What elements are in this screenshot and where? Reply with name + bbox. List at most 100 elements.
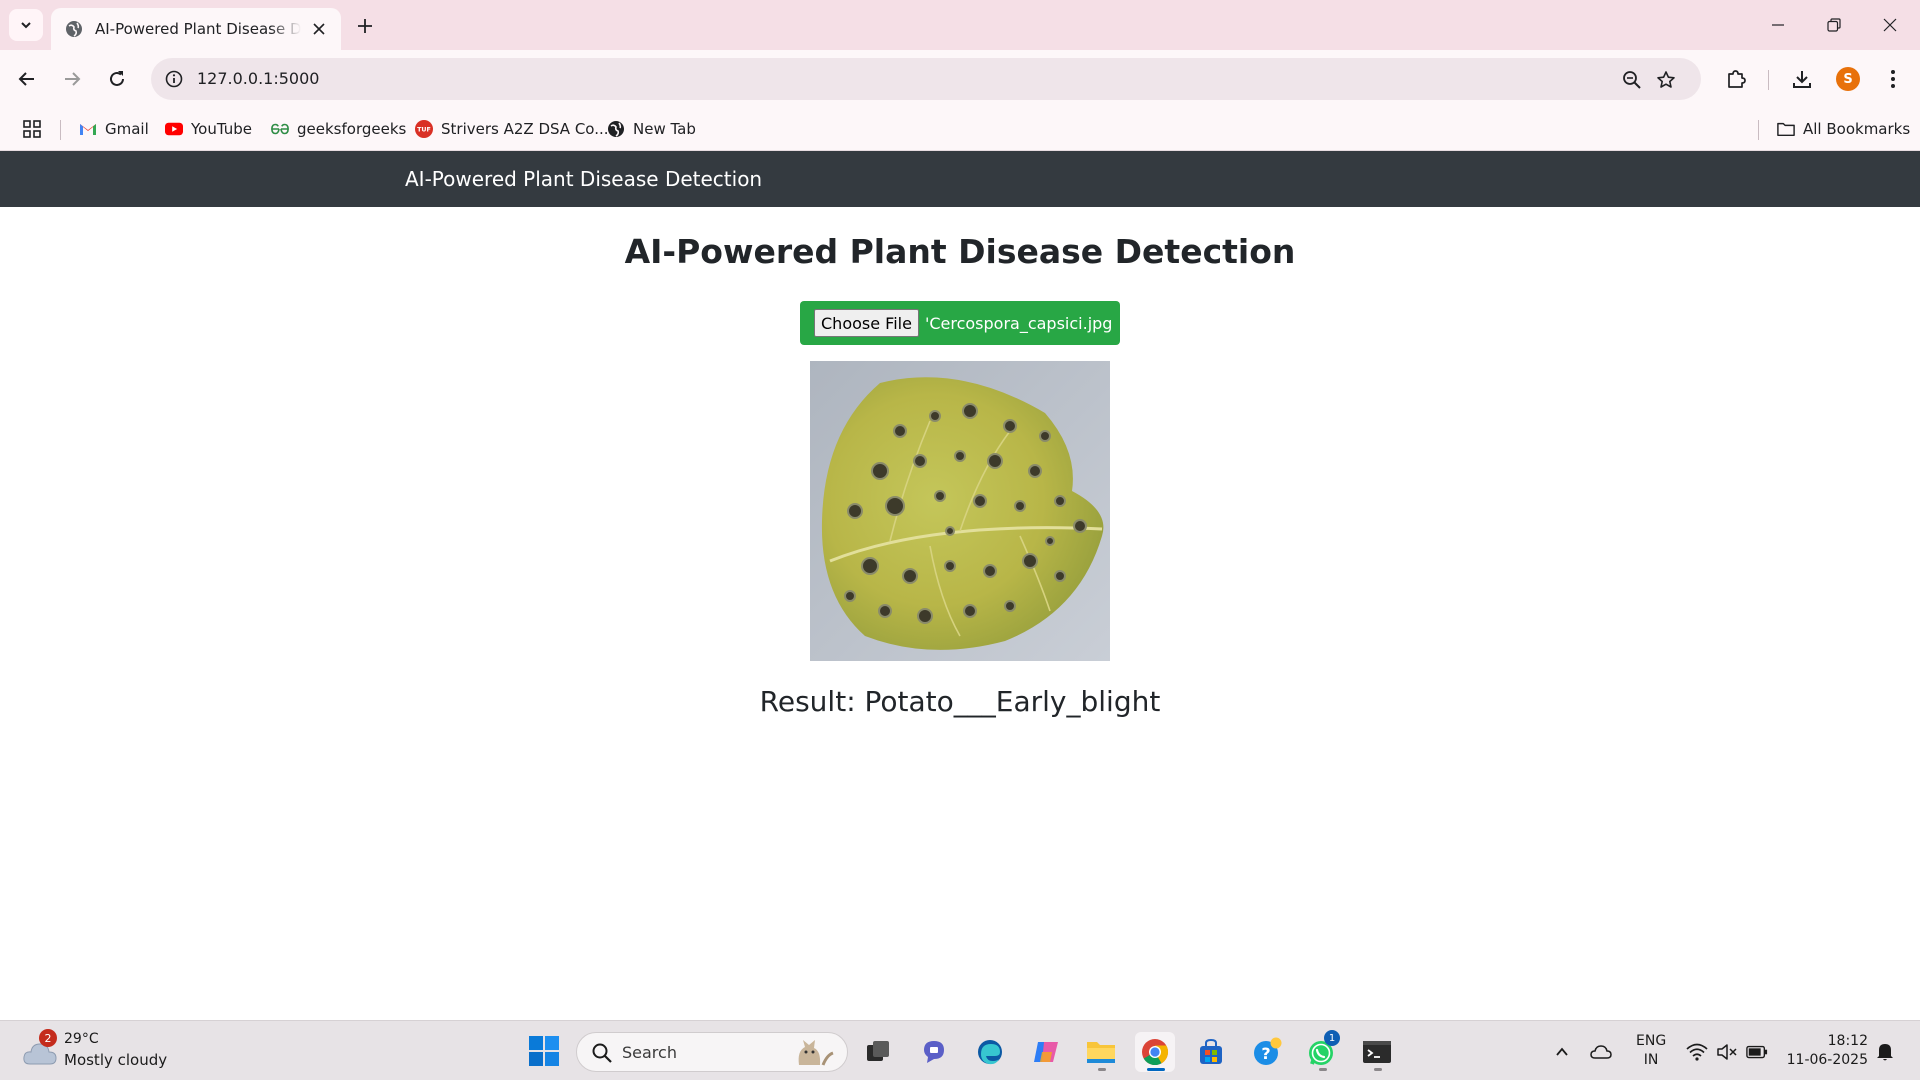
chrome-icon (1142, 1039, 1169, 1066)
bookmarks-bar: Gmail YouTube geeksforgeeks TUF Strivers… (0, 108, 1920, 151)
bookmark-star-button[interactable] (1654, 68, 1678, 92)
store-icon (1200, 1038, 1222, 1064)
bookmark-label: Gmail (105, 120, 149, 138)
running-indicator (1147, 1068, 1165, 1071)
restore-icon (1827, 18, 1841, 32)
globe-icon (607, 120, 625, 138)
extensions-button[interactable] (1721, 64, 1751, 94)
bookmark-new-tab[interactable]: New Tab (607, 116, 696, 142)
back-button[interactable] (12, 64, 42, 94)
reload-button[interactable] (102, 64, 132, 94)
profile-avatar[interactable]: S (1836, 67, 1860, 91)
weather-alert-badge: 2 (39, 1029, 57, 1047)
network-button[interactable] (1686, 1041, 1708, 1063)
tuf-icon: TUF (415, 120, 433, 138)
teams-chat-button[interactable] (914, 1032, 954, 1072)
bookmark-label: Strivers A2Z DSA Co... (441, 120, 609, 138)
taskbar: 2 29°C Mostly cloudy Search ? 1 ENG IN 1… (0, 1020, 1920, 1080)
battery-icon (1746, 1045, 1768, 1059)
terminal-button[interactable] (1357, 1032, 1397, 1072)
notifications-button[interactable] (1874, 1041, 1896, 1063)
bookmark-separator (1758, 120, 1759, 140)
page-title: AI-Powered Plant Disease Detection (624, 232, 1296, 271)
bookmark-geeksforgeeks[interactable]: geeksforgeeks (271, 116, 406, 142)
minimize-icon (1772, 24, 1784, 26)
taskbar-search[interactable]: Search (576, 1032, 848, 1072)
close-icon (313, 23, 325, 35)
clock-date: 11-06-2025 (1786, 1052, 1868, 1068)
star-icon (1657, 71, 1675, 88)
search-icon (592, 1043, 612, 1063)
navbar-brand[interactable]: AI-Powered Plant Disease Detection (405, 167, 762, 191)
plus-icon (358, 19, 372, 33)
search-label: Search (622, 1043, 677, 1062)
file-upload-input[interactable]: Choose File 'Cercospora_capsici.jpg (800, 301, 1120, 345)
windows-start-button[interactable] (528, 1035, 560, 1067)
all-bookmarks-button[interactable]: All Bookmarks (1777, 116, 1910, 142)
gmail-icon (79, 120, 97, 138)
bell-icon (1877, 1044, 1893, 1061)
site-navbar: AI-Powered Plant Disease Detection (0, 151, 1920, 207)
volume-button[interactable] (1716, 1041, 1738, 1063)
menu-button[interactable] (1878, 64, 1908, 94)
zoom-icon (1623, 71, 1641, 89)
browser-toolbar: 127.0.0.1:5000 (0, 50, 1920, 108)
copilot-button[interactable] (1026, 1032, 1066, 1072)
volume-muted-icon (1717, 1044, 1737, 1060)
language-indicator[interactable]: ENG IN (1636, 1032, 1666, 1070)
url-text[interactable]: 127.0.0.1:5000 (197, 69, 319, 88)
whatsapp-button[interactable]: 1 (1302, 1030, 1342, 1072)
bookmark-label: YouTube (191, 120, 252, 138)
folder-icon (1087, 1042, 1115, 1063)
tab-close-button[interactable] (309, 19, 329, 39)
forward-button[interactable] (57, 64, 87, 94)
whatsapp-badge: 1 (1324, 1030, 1340, 1046)
onedrive-button[interactable] (1590, 1041, 1612, 1063)
tab-search-button[interactable] (9, 9, 43, 41)
minimize-button[interactable] (1758, 8, 1798, 42)
chevron-down-icon (21, 22, 31, 29)
taskbar-clock[interactable]: 18:12 11-06-2025 (1784, 1032, 1868, 1070)
chevron-up-icon (1556, 1047, 1568, 1056)
info-icon (165, 70, 183, 88)
arrow-left-icon (18, 72, 34, 86)
uploaded-leaf-image (810, 361, 1110, 661)
choose-file-button[interactable]: Choose File (814, 309, 919, 337)
apps-button[interactable] (20, 117, 44, 141)
help-app-button[interactable]: ? (1247, 1032, 1287, 1072)
help-icon: ? (1254, 1037, 1282, 1065)
microsoft-store-button[interactable] (1191, 1032, 1231, 1072)
zoom-button[interactable] (1620, 68, 1644, 92)
region-code: IN (1643, 1052, 1659, 1068)
bookmark-gmail[interactable]: Gmail (79, 116, 149, 142)
close-window-button[interactable] (1870, 8, 1910, 42)
battery-button[interactable] (1746, 1041, 1768, 1063)
prediction-result: Result: Potato___Early_blight (759, 685, 1161, 718)
weather-description: Mostly cloudy (64, 1051, 168, 1069)
downloads-button[interactable] (1787, 64, 1817, 94)
bookmark-youtube[interactable]: YouTube (165, 116, 252, 142)
edge-browser-button[interactable] (970, 1032, 1010, 1072)
task-view-icon (867, 1041, 889, 1061)
tab-title: AI-Powered Plant Disease Detection (95, 20, 301, 38)
weather-temperature: 29°C (64, 1031, 99, 1047)
language-code: ENG (1636, 1033, 1667, 1049)
folder-icon (1777, 120, 1795, 138)
copilot-icon (1034, 1042, 1058, 1062)
bookmark-strivers[interactable]: TUF Strivers A2Z DSA Co... (415, 116, 609, 142)
chrome-button[interactable] (1135, 1032, 1175, 1072)
restore-button[interactable] (1814, 8, 1854, 42)
task-view-button[interactable] (858, 1032, 898, 1072)
edge-icon (978, 1040, 1002, 1065)
youtube-icon (165, 120, 183, 138)
new-tab-button[interactable] (352, 13, 378, 39)
puzzle-icon (1728, 70, 1746, 88)
address-bar[interactable]: 127.0.0.1:5000 (151, 58, 1701, 100)
site-info-button[interactable] (163, 68, 185, 90)
show-hidden-icons-button[interactable] (1551, 1041, 1573, 1063)
browser-tab-active[interactable]: AI-Powered Plant Disease Detection (51, 8, 341, 50)
bookmark-label: geeksforgeeks (297, 120, 407, 138)
arrow-right-icon (65, 72, 81, 86)
file-explorer-button[interactable] (1081, 1032, 1121, 1072)
running-indicator (1374, 1068, 1382, 1071)
